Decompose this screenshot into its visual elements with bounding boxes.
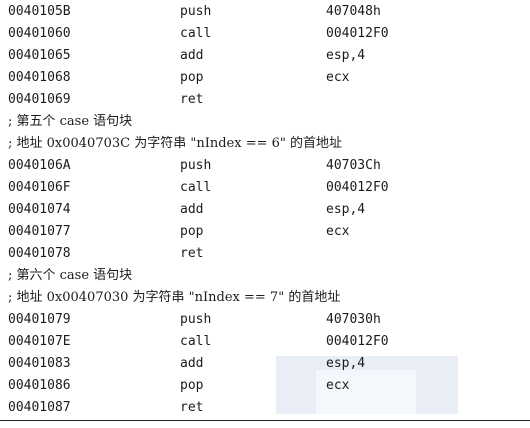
opcode: pop (180, 70, 204, 85)
code-line: 00401077 pop ecx (8, 221, 523, 243)
opcode: push (180, 312, 212, 327)
opcode: add (180, 48, 204, 63)
opcode: add (180, 202, 204, 217)
address: 00401087 (8, 400, 71, 415)
opcode: ret (180, 400, 204, 415)
code-line: 00401078 ret (8, 243, 523, 265)
address: 00401083 (8, 356, 71, 371)
comment-line: ; 地址 0x0040703C 为字符串 "nIndex == 6" 的首地址 (8, 133, 523, 155)
comment-text: ; 地址 0x00407030 为字符串 "nIndex == 7" 的首地址 (8, 290, 341, 305)
operand: 004012F0 (326, 180, 389, 195)
address: 00401069 (8, 92, 71, 107)
comment-text: ; 第五个 case 语句块 (8, 114, 133, 129)
operand: 004012F0 (326, 26, 389, 41)
opcode: add (180, 356, 204, 371)
comment-text: ; 第六个 case 语句块 (8, 268, 133, 283)
opcode: ret (180, 92, 204, 107)
operand: esp,4 (326, 48, 366, 63)
code-line: 0040105B push 407048h (8, 1, 523, 23)
operand: 407030h (326, 312, 381, 327)
code-line: 00401065 add esp,4 (8, 45, 523, 67)
code-line: 00401074 add esp,4 (8, 199, 523, 221)
code-line: 00401068 pop ecx (8, 67, 523, 89)
opcode: call (180, 26, 212, 41)
code-line: 0040106A push 40703Ch (8, 155, 523, 177)
operand: ecx (326, 70, 350, 85)
code-line: 00401060 call 004012F0 (8, 23, 523, 45)
operand: 407048h (326, 4, 381, 19)
comment-line: ; 地址 0x00407030 为字符串 "nIndex == 7" 的首地址 (8, 287, 523, 309)
address: 00401074 (8, 202, 71, 217)
code-line: 00401087 ret (8, 397, 523, 419)
opcode: push (180, 4, 212, 19)
bottom-rule (0, 420, 530, 421)
comment-text: ; 地址 0x0040703C 为字符串 "nIndex == 6" 的首地址 (8, 136, 342, 151)
code-line: 00401079 push 407030h (8, 309, 523, 331)
operand: ecx (326, 224, 350, 239)
code-line: 00401069 ret (8, 89, 523, 111)
opcode: push (180, 158, 212, 173)
operand: 40703Ch (326, 158, 381, 173)
address: 00401077 (8, 224, 71, 239)
operand: esp,4 (326, 356, 366, 371)
operand: 004012F0 (326, 334, 389, 349)
address: 0040106F (8, 180, 71, 195)
address: 00401065 (8, 48, 71, 63)
comment-line: ; 第五个 case 语句块 (8, 111, 523, 133)
code-line: 0040107E call 004012F0 (8, 331, 523, 353)
code-line: 0040106F call 004012F0 (8, 177, 523, 199)
comment-line: ; 第六个 case 语句块 (8, 265, 523, 287)
opcode: pop (180, 378, 204, 393)
code-line: 00401083 add esp,4 (8, 353, 523, 375)
opcode: pop (180, 224, 204, 239)
operand: esp,4 (326, 202, 366, 217)
opcode: call (180, 180, 212, 195)
address: 00401068 (8, 70, 71, 85)
opcode: call (180, 334, 212, 349)
address: 0040107E (8, 334, 71, 349)
opcode: ret (180, 246, 204, 261)
assembly-listing: 0040105B push 407048h 00401060 call 004012F0 0… (8, 1, 523, 419)
operand: ecx (326, 378, 350, 393)
address: 0040106A (8, 158, 71, 173)
address: 0040105B (8, 4, 71, 19)
code-line: 00401086 pop ecx (8, 375, 523, 397)
address: 00401086 (8, 378, 71, 393)
address: 00401079 (8, 312, 71, 327)
address: 00401060 (8, 26, 71, 41)
address: 00401078 (8, 246, 71, 261)
